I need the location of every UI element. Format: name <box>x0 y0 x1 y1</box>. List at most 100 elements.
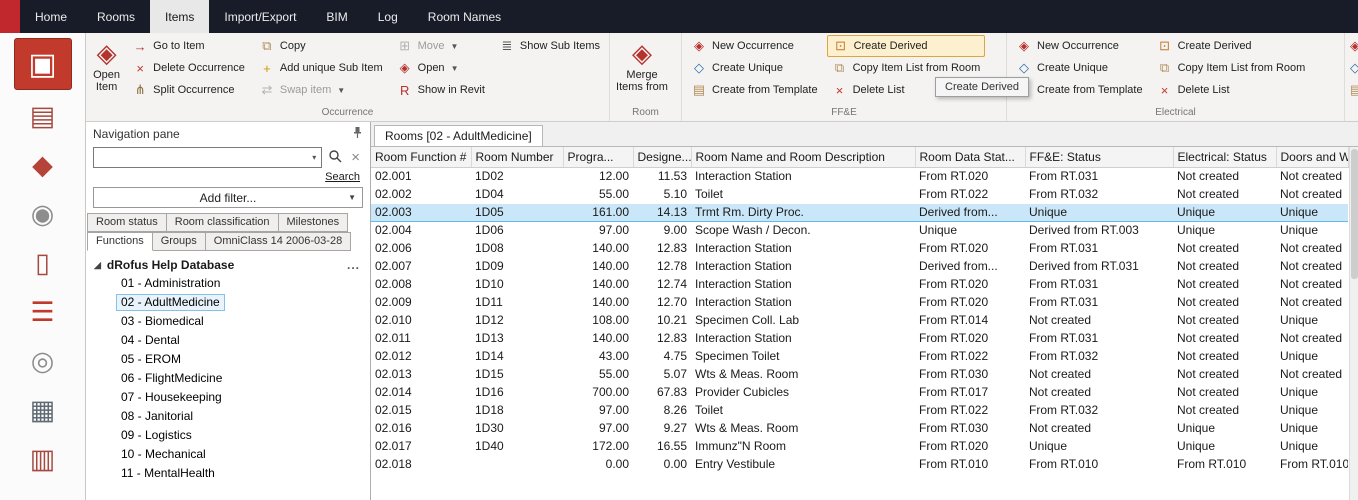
search-history-dropdown-icon[interactable]: ▾ <box>307 153 321 162</box>
table-row[interactable]: 02.0131D1555.005.07Wts & Meas. RoomFrom … <box>371 365 1348 383</box>
tree-item-07-housekeeping[interactable]: 07 - Housekeeping <box>112 389 370 408</box>
new-occurrence-button[interactable]: ◈New Occurrence <box>1011 35 1148 57</box>
reports-module-icon[interactable]: ▥ <box>14 437 72 482</box>
delete-list-button[interactable]: ×Delete List <box>1152 79 1311 101</box>
documents-module-icon[interactable]: ▯ <box>14 241 72 286</box>
table-row[interactable]: 02.0061D08140.0012.83Interaction Station… <box>371 239 1348 257</box>
table-row[interactable]: 02.0101D12108.0010.21Specimen Coll. LabF… <box>371 311 1348 329</box>
create-from-template-button[interactable]: ▤Create from Template <box>1011 79 1148 101</box>
systems-module-icon[interactable]: ◎ <box>14 339 72 384</box>
delete-occurrence-button[interactable]: ×Delete Occurrence <box>127 57 250 79</box>
tree-item-11-mentalhealth[interactable]: 11 - MentalHealth <box>112 465 370 484</box>
datasets-module-icon[interactable]: ☰ <box>14 290 72 335</box>
move-button[interactable]: ⊞Move▼ <box>392 35 490 57</box>
table-row[interactable]: 02.0111D13140.0012.83Interaction Station… <box>371 329 1348 347</box>
open-item-button[interactable]: ◈Open Item <box>88 35 125 95</box>
column-header-room-data-stat[interactable]: Room Data Stat... <box>915 147 1025 167</box>
table-row[interactable]: 02.0091D11140.0012.70Interaction Station… <box>371 293 1348 311</box>
tab-groups[interactable]: Groups <box>152 232 206 251</box>
scrollbar-thumb[interactable] <box>1351 149 1358 279</box>
tab-milestones[interactable]: Milestones <box>278 213 349 232</box>
tree-item-01-administration[interactable]: 01 - Administration <box>112 275 370 294</box>
search-input[interactable] <box>94 148 307 167</box>
column-header-doors-and-w[interactable]: Doors and W... <box>1276 147 1348 167</box>
copy-item-list-from-room-button[interactable]: ⧉Copy Item List from Room <box>827 57 986 79</box>
show-sub-items-button[interactable]: ≣Show Sub Items <box>494 35 605 57</box>
table-row[interactable]: 02.0151D1897.008.26ToiletFrom RT.022From… <box>371 401 1348 419</box>
tree-item-09-logistics[interactable]: 09 - Logistics <box>112 427 370 446</box>
tree-item-02-adultmedicine[interactable]: 02 - AdultMedicine <box>112 294 370 313</box>
table-row[interactable]: 02.0011D0212.0011.53Interaction StationF… <box>371 167 1348 185</box>
column-header-room-function[interactable]: Room Function # <box>371 147 471 167</box>
copy-button[interactable]: ⧉Copy <box>254 35 388 57</box>
column-header-room-number[interactable]: Room Number <box>471 147 563 167</box>
tree-item-03-biomedical[interactable]: 03 - Biomedical <box>112 313 370 332</box>
table-row[interactable]: 02.0141D16700.0067.83Provider CubiclesFr… <box>371 383 1348 401</box>
merge-items-from-button[interactable]: ◈Merge Items from <box>612 35 672 95</box>
swap-item-button[interactable]: ⇄Swap item▼ <box>254 79 388 101</box>
add-unique-sub-item-button[interactable]: +Add unique Sub Item <box>254 57 388 79</box>
tree-item-05-erom[interactable]: 05 - EROM <box>112 351 370 370</box>
search-icon[interactable] <box>328 149 342 166</box>
menu-tab-bim[interactable]: BIM <box>311 0 362 33</box>
tree-menu-button[interactable]: ... <box>347 258 360 272</box>
column-header-ff-e-status[interactable]: FF&E: Status <box>1025 147 1173 167</box>
table-row[interactable]: 02.0041D0697.009.00Scope Wash / Decon.Un… <box>371 221 1348 239</box>
table-row[interactable]: 02.0121D1443.004.75Specimen ToiletFrom R… <box>371 347 1348 365</box>
tab-room-status[interactable]: Room status <box>87 213 167 232</box>
tree-item-04-dental[interactable]: 04 - Dental <box>112 332 370 351</box>
table-row[interactable]: 02.0081D10140.0012.74Interaction Station… <box>371 275 1348 293</box>
create-derived-button[interactable]: ⊡Create Derived <box>827 35 986 57</box>
show-in-revit-button[interactable]: RShow in Revit <box>392 79 490 101</box>
create-unique-button[interactable]: ◇Create Unique <box>686 57 823 79</box>
table-row[interactable]: 02.0180.000.00Entry VestibuleFrom RT.010… <box>371 455 1348 473</box>
menu-tab-rooms[interactable]: Rooms <box>82 0 150 33</box>
column-header-designe[interactable]: Designe... <box>633 147 691 167</box>
tree-item-06-flightmedicine[interactable]: 06 - FlightMedicine <box>112 370 370 389</box>
cell-progra: 55.00 <box>563 185 633 203</box>
items-module-icon[interactable]: ▤ <box>14 94 72 139</box>
table-row[interactable]: 02.0031D05161.0014.13Trmt Rm. Dirty Proc… <box>371 203 1348 221</box>
tree-root[interactable]: ◢ dRofus Help Database ... <box>86 256 370 275</box>
rooms-module-icon[interactable]: ▣ <box>14 38 72 90</box>
menu-tab-log[interactable]: Log <box>363 0 413 33</box>
c-button[interactable]: ▤C <box>1349 79 1358 101</box>
go-to-item-button[interactable]: →Go to Item <box>127 35 250 57</box>
menu-tab-room-names[interactable]: Room Names <box>413 0 516 33</box>
app-logo[interactable] <box>0 0 20 33</box>
create-from-template-button[interactable]: ▤Create from Template <box>686 79 823 101</box>
search-link[interactable]: Search <box>325 171 360 183</box>
menu-tab-items[interactable]: Items <box>150 0 209 33</box>
products-module-icon[interactable]: ◆ <box>14 143 72 188</box>
new-occurrence-button[interactable]: ◈New Occurrence <box>686 35 823 57</box>
column-header-electrical-status[interactable]: Electrical: Status <box>1173 147 1276 167</box>
rooms-document-tab[interactable]: Rooms [02 - AdultMedicine] <box>374 125 543 146</box>
tab-omniclass-14-2006-03-28[interactable]: OmniClass 14 2006-03-28 <box>205 232 351 251</box>
classification-module-icon[interactable]: ◉ <box>14 192 72 237</box>
table-row[interactable]: 02.0171D40172.0016.55Immunz"N RoomFrom R… <box>371 437 1348 455</box>
c-button[interactable]: ◇C <box>1349 57 1358 79</box>
tree-item-08-janitorial[interactable]: 08 - Janitorial <box>112 408 370 427</box>
clear-search-icon[interactable]: × <box>348 149 363 166</box>
create-unique-button[interactable]: ◇Create Unique <box>1011 57 1148 79</box>
open-button[interactable]: ◈Open▼ <box>392 57 490 79</box>
table-row[interactable]: 02.0021D0455.005.10ToiletFrom RT.022From… <box>371 185 1348 203</box>
tree-item-10-mechanical[interactable]: 10 - Mechanical <box>112 446 370 465</box>
tab-functions[interactable]: Functions <box>87 232 153 251</box>
add-filter-dropdown[interactable]: Add filter... ▼ <box>93 187 363 208</box>
table-row[interactable]: 02.0161D3097.009.27Wts & Meas. RoomFrom … <box>371 419 1348 437</box>
vertical-scrollbar[interactable] <box>1349 147 1358 500</box>
pin-icon[interactable] <box>352 126 363 142</box>
buildings-module-icon[interactable]: ▦ <box>14 388 72 433</box>
menu-tab-home[interactable]: Home <box>20 0 82 33</box>
column-header-room-name-and-room-description[interactable]: Room Name and Room Description <box>691 147 915 167</box>
table-row[interactable]: 02.0071D09140.0012.78Interaction Station… <box>371 257 1348 275</box>
column-header-progra[interactable]: Progra... <box>563 147 633 167</box>
create-derived-button[interactable]: ⊡Create Derived <box>1152 35 1311 57</box>
tab-room-classification[interactable]: Room classification <box>166 213 279 232</box>
menu-tab-import-export[interactable]: Import/Export <box>209 0 311 33</box>
tree-expander-icon[interactable]: ◢ <box>94 260 101 271</box>
split-occurrence-button[interactable]: ⋔Split Occurrence <box>127 79 250 101</box>
n-button[interactable]: ◈N <box>1349 35 1358 57</box>
copy-item-list-from-room-button[interactable]: ⧉Copy Item List from Room <box>1152 57 1311 79</box>
